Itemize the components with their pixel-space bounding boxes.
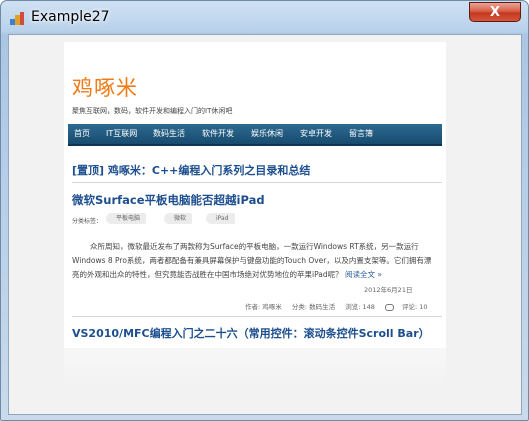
close-button[interactable]: X <box>469 2 521 22</box>
page-bottom-area <box>64 348 446 388</box>
nav-bar: 首页 IT互联网 数码生活 软件开发 娱乐休闲 安卓开发 留言簿 <box>68 124 442 146</box>
nav-item-it[interactable]: IT互联网 <box>106 128 137 139</box>
site-title[interactable]: 鸡啄米 <box>72 72 138 102</box>
post-excerpt: 众所周知，微软最近发布了两款称为Surface的平板电脑，一款运行Windows… <box>72 240 438 282</box>
nav-item-software[interactable]: 软件开发 <box>202 128 234 139</box>
client-area: 鸡啄米 聚焦互联网，数码，软件开发和编程入门的IT休闲吧 首页 IT互联网 数码… <box>8 34 522 415</box>
tag-tablet[interactable]: 平板电脑 <box>106 213 147 224</box>
post-title[interactable]: 微软Surface平板电脑能否超越iPad <box>72 192 265 208</box>
tag-microsoft[interactable]: 微软 <box>164 213 193 224</box>
read-more-link[interactable]: 阅读全文 » <box>345 270 382 279</box>
window-title: Example27 <box>31 9 110 25</box>
web-page[interactable]: 鸡啄米 聚焦互联网，数码，软件开发和编程入门的IT休闲吧 首页 IT互联网 数码… <box>64 42 446 348</box>
post-views: 浏览: 148 <box>345 303 375 311</box>
app-icon <box>10 12 24 25</box>
comment-icon <box>384 303 394 311</box>
divider <box>72 182 442 183</box>
application-window: Example27 X 鸡啄米 聚焦互联网，数码，软件开发和编程入门的IT休闲吧… <box>0 0 529 421</box>
nav-item-leisure[interactable]: 娱乐休闲 <box>251 128 283 139</box>
nav-item-digital[interactable]: 数码生活 <box>153 128 185 139</box>
title-bar[interactable]: Example27 X <box>1 1 528 34</box>
nav-item-home[interactable]: 首页 <box>74 128 90 139</box>
post-category[interactable]: 分类: 数码生活 <box>292 303 335 311</box>
nav-item-android[interactable]: 安卓开发 <box>300 128 332 139</box>
post-author[interactable]: 作者: 鸡啄米 <box>245 303 282 311</box>
post-meta: 作者: 鸡啄米 分类: 数码生活 浏览: 148 评论: 10 <box>245 301 435 311</box>
tag-ipad[interactable]: iPad <box>206 213 235 224</box>
tag-row: 分类标签： 平板电脑 微软 iPad <box>72 213 235 225</box>
post-date: 2012年6月21日 <box>364 286 413 294</box>
nav-item-guestbook[interactable]: 留言簿 <box>349 128 373 139</box>
divider <box>72 316 442 317</box>
pinned-post-title[interactable]: [置顶] 鸡啄米：C++编程入门系列之目录和总结 <box>72 162 310 178</box>
site-tagline: 聚焦互联网，数码，软件开发和编程入门的IT休闲吧 <box>72 107 233 115</box>
next-post-title[interactable]: VS2010/MFC编程入门之二十六（常用控件：滚动条控件Scroll Bar） <box>72 325 430 341</box>
tags-label: 分类标签： <box>72 218 103 225</box>
post-comments[interactable]: 评论: 10 <box>402 303 428 311</box>
